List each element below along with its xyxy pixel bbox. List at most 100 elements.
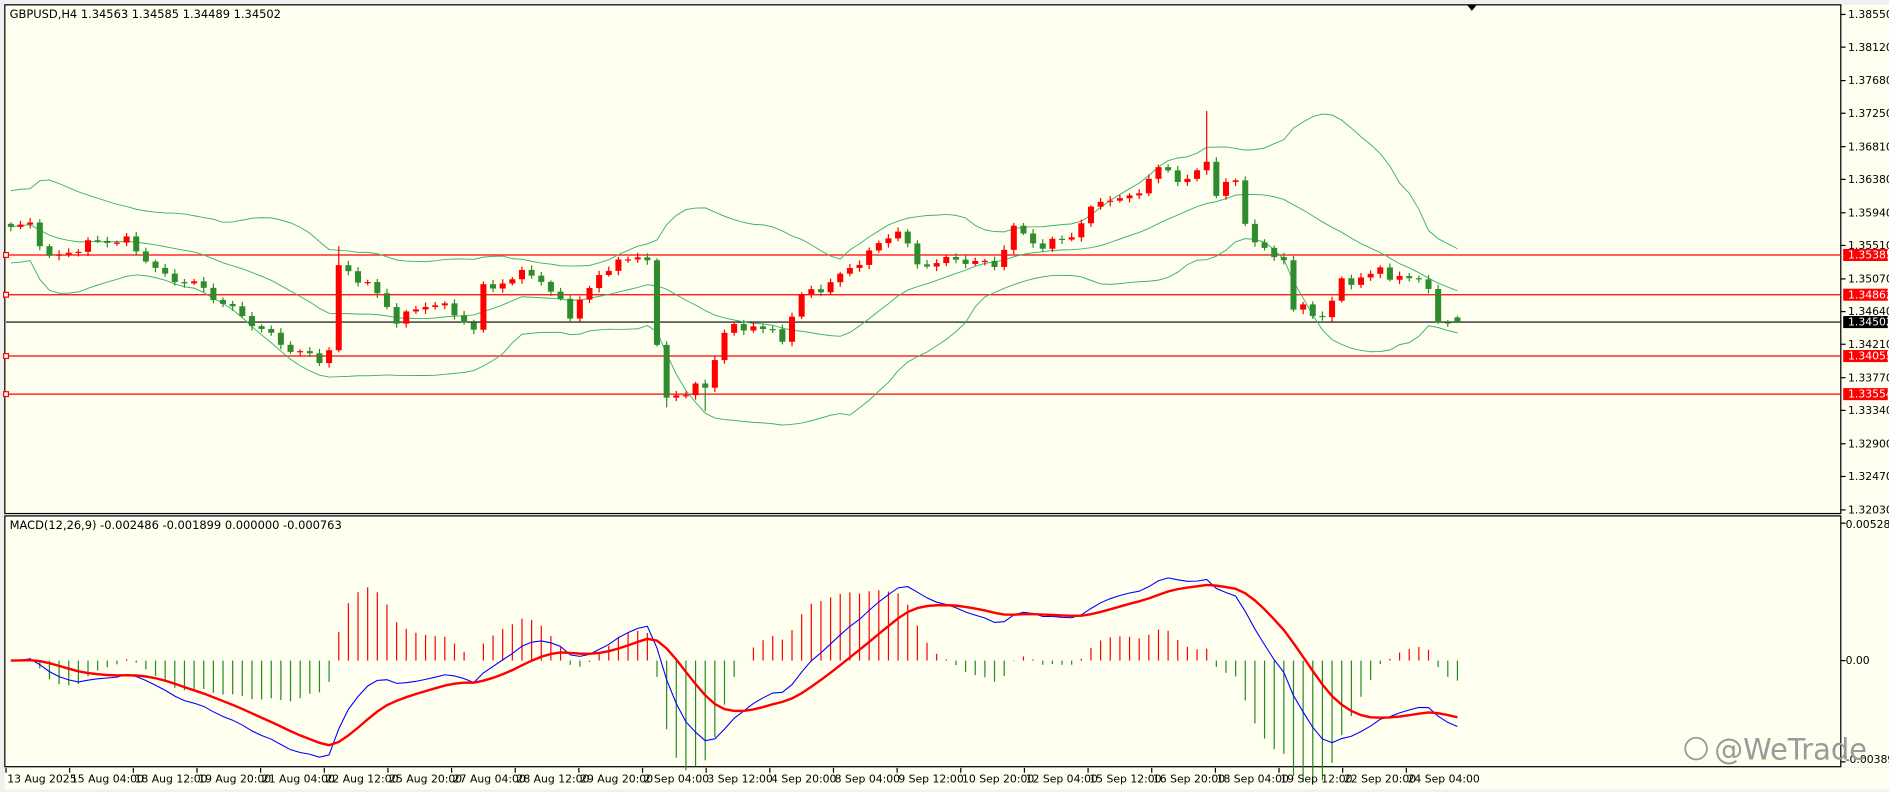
candle-body (499, 283, 506, 289)
candle-body (56, 254, 63, 256)
candle-body (36, 222, 43, 247)
candle (576, 296, 583, 322)
candle-body (538, 275, 545, 282)
time-tick-label: 22 Aug 12:00 (325, 772, 398, 785)
candle-body (1271, 247, 1278, 258)
candle-body (1319, 315, 1326, 318)
candle-body (248, 316, 255, 327)
candle-body (1136, 193, 1143, 196)
candle-body (528, 269, 535, 276)
time-tick-label: 19 Sep 12:00 (1280, 772, 1352, 785)
candle (663, 341, 670, 408)
candle-body (345, 265, 352, 272)
candle-body (133, 236, 140, 252)
candle (36, 219, 43, 251)
candle-body (142, 251, 149, 262)
candle-body (441, 303, 448, 306)
candle-body (84, 240, 92, 252)
price-tick-label: 1.36810 (1848, 140, 1889, 153)
candle-body (1232, 180, 1239, 182)
candle-body (123, 236, 130, 243)
time-tick-label: 3 Sep 12:00 (707, 772, 772, 785)
price-line-badge-label: 1.35385 (1848, 249, 1889, 262)
macd-pane[interactable] (4, 515, 1842, 768)
time-tick-label: 18 Aug 12:00 (135, 772, 208, 785)
candle-body (1155, 167, 1162, 179)
candle-body (104, 240, 111, 243)
candle-body (692, 383, 699, 396)
candle-body (210, 287, 217, 300)
candle-body (335, 265, 342, 351)
candle-body (827, 282, 834, 293)
candle-body (596, 275, 603, 289)
line-anchor-icon (3, 353, 10, 360)
macd-tick-label: 0.005287 (1846, 518, 1889, 531)
candle-body (547, 281, 554, 292)
time-tick-label: 10 Sep 20:00 (962, 772, 1034, 785)
candle-body (1251, 223, 1258, 243)
candle-body (1203, 161, 1210, 171)
time-tick-label: 22 Sep 20:00 (1344, 772, 1416, 785)
candle-body (788, 316, 796, 342)
candle-body (663, 344, 670, 398)
candle-body (644, 257, 651, 261)
candle-body (1145, 178, 1152, 194)
price-tick-label: 1.38120 (1848, 41, 1889, 54)
candle-body (731, 324, 738, 333)
candle-body (162, 267, 169, 274)
candle-body (306, 351, 313, 354)
candle-body (393, 307, 400, 324)
candle-body (798, 294, 805, 317)
candle-body (904, 231, 911, 244)
candle-body (229, 303, 236, 307)
candle-body (760, 326, 767, 330)
candle-body (403, 311, 410, 324)
macd-header: MACD(12,26,9) -0.002486 -0.001899 0.0000… (10, 518, 342, 532)
candle-body (1454, 317, 1461, 323)
candle-body (1184, 178, 1191, 183)
candle (721, 329, 728, 364)
candle-body (1059, 238, 1066, 241)
current-price-label: 1.34502 (1848, 316, 1889, 329)
price-tick-label: 1.35940 (1848, 206, 1889, 219)
candle-body (634, 257, 641, 260)
time-tick-label: 4 Sep 20:00 (771, 772, 836, 785)
candle-body (866, 250, 873, 265)
candle-body (837, 273, 844, 283)
candle (480, 281, 487, 333)
candle-body (769, 329, 776, 331)
candle-body (924, 264, 931, 267)
price-pane[interactable] (4, 4, 1842, 515)
candle-body (991, 260, 998, 267)
candle-body (673, 395, 680, 398)
candle-body (1435, 288, 1442, 323)
candle-body (1406, 276, 1413, 279)
candle-body (461, 315, 468, 323)
time-tick-label: 9 Sep 12:00 (898, 772, 963, 785)
candle-body (1087, 206, 1094, 224)
candle (653, 258, 661, 347)
candle-body (422, 307, 429, 310)
price-tick-label: 1.32900 (1848, 437, 1889, 450)
candle-body (268, 328, 275, 333)
candle-body (914, 243, 921, 265)
candle (1290, 255, 1297, 312)
candle-body (1213, 161, 1220, 196)
time-tick-label: 15 Sep 12:00 (1089, 772, 1161, 785)
time-tick-label: 18 Sep 04:00 (1217, 772, 1289, 785)
trading-chart[interactable]: 1.38550 1.38120 1.37680 1.37250 1.36810 1.363… (0, 0, 1889, 792)
candle (1338, 276, 1345, 303)
candle (1213, 157, 1220, 199)
candle-body (981, 260, 988, 263)
time-tick-label: 21 Aug 04:00 (262, 772, 335, 785)
candle-body (258, 326, 265, 329)
candle-body (856, 264, 863, 268)
candle-body (1357, 277, 1365, 285)
price-line-badge-label: 1.33554 (1848, 388, 1889, 401)
candle-body (277, 332, 284, 345)
candle-body (1444, 322, 1451, 324)
price-tick-label: 1.35070 (1848, 273, 1889, 286)
candle-body (1194, 170, 1201, 179)
candle-body (1020, 225, 1027, 234)
candle-body (1001, 249, 1008, 267)
